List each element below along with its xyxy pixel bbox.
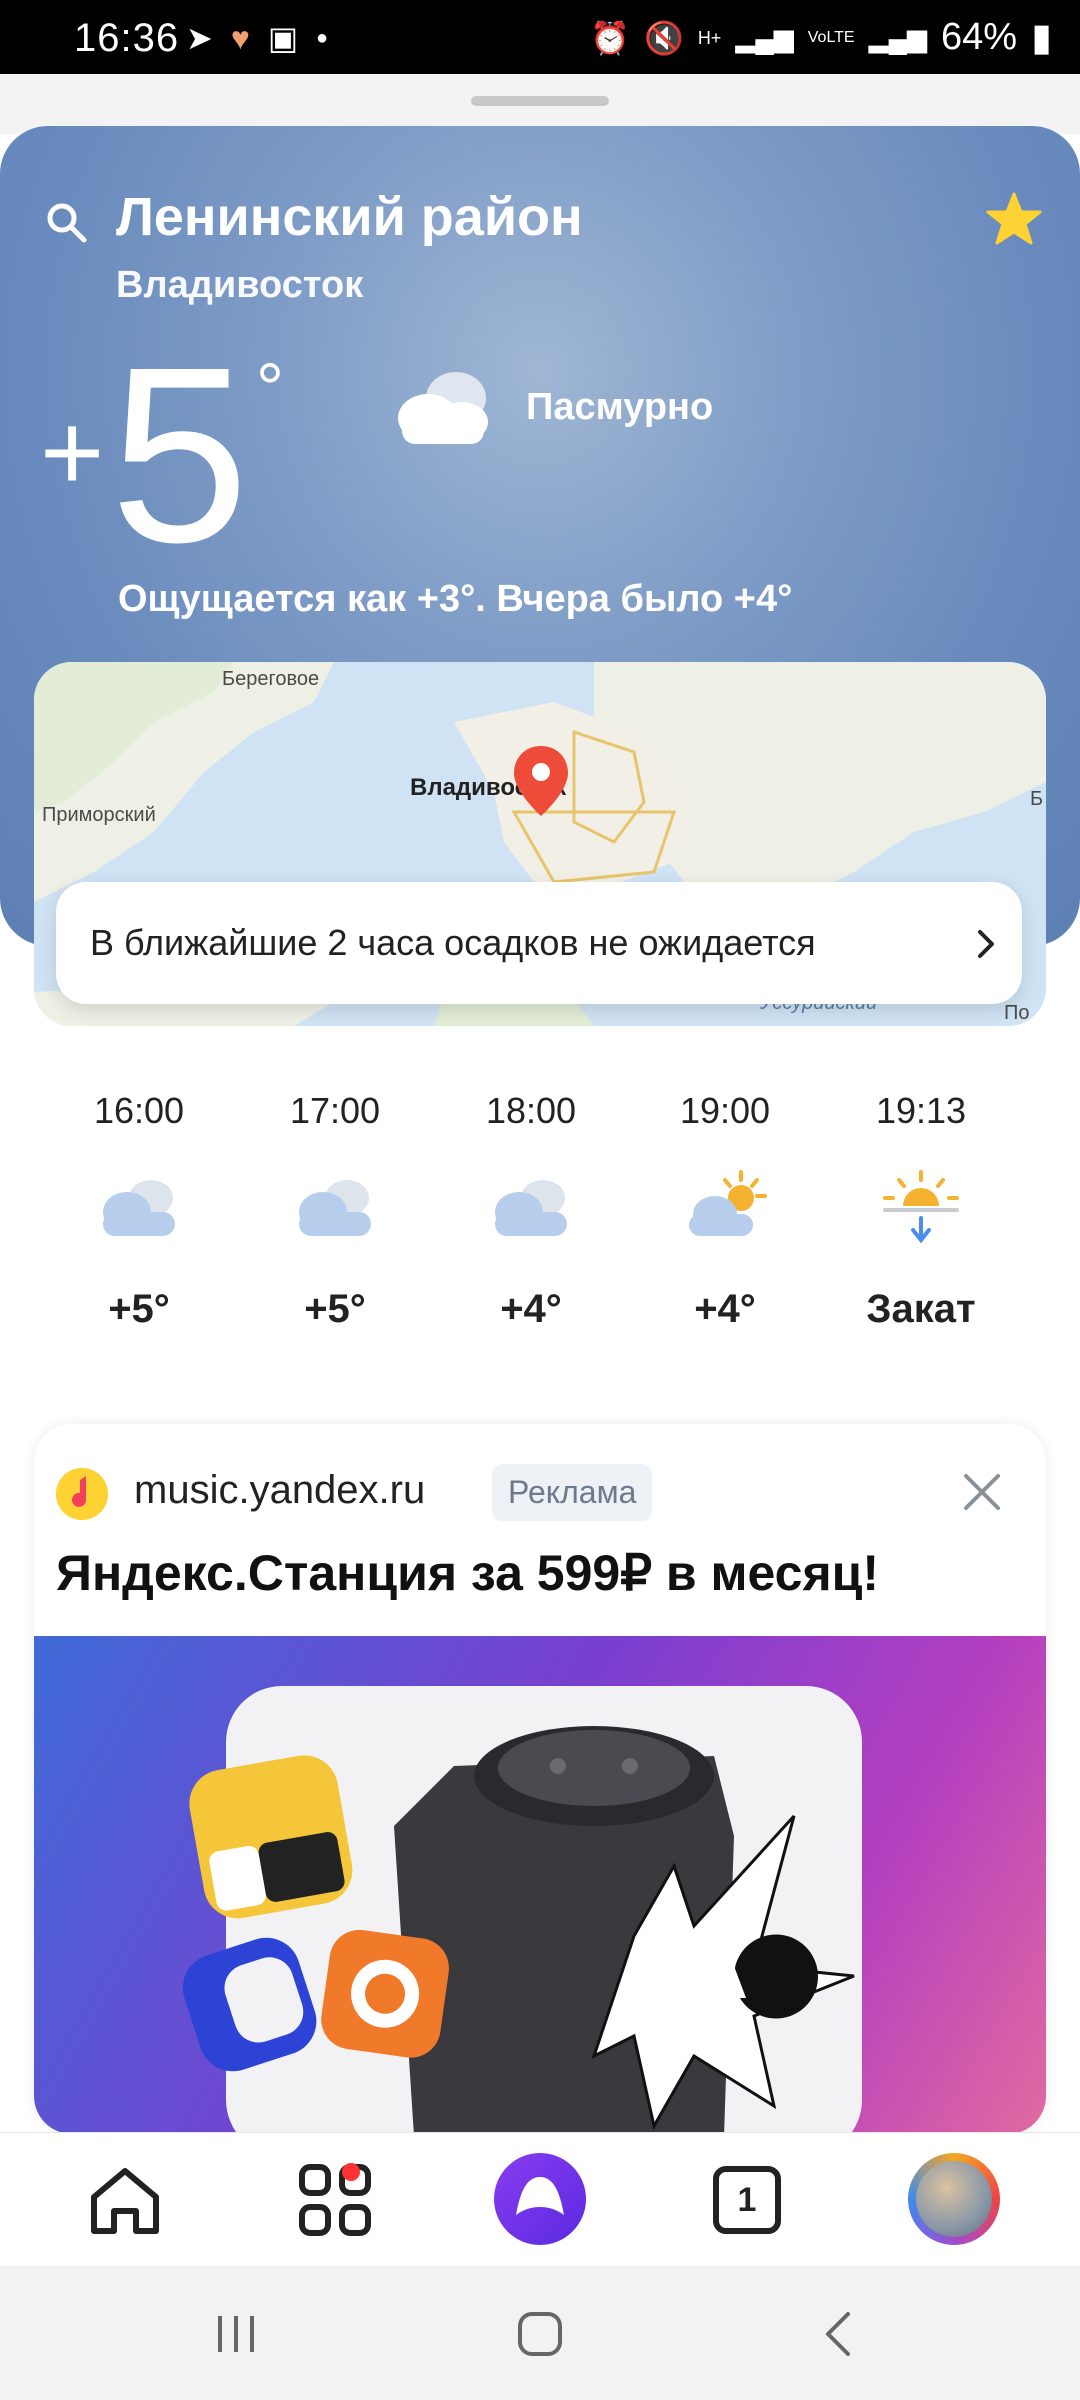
map-label: По: [1004, 1002, 1030, 1024]
mute-icon: 🔇: [643, 19, 684, 56]
volte-icon: VoLTE: [807, 28, 855, 46]
weather-condition: Пасмурно: [526, 386, 714, 428]
sunset-icon: [883, 1170, 959, 1244]
ad-badge: Реклама: [492, 1464, 653, 1521]
home-icon[interactable]: [80, 2155, 170, 2245]
hour-temp: +5°: [304, 1287, 366, 1331]
hourly-item[interactable]: 18:00 +4°: [436, 1090, 626, 1332]
location-pin-icon: [514, 746, 568, 816]
hourly-item[interactable]: 2: [1022, 1090, 1080, 1253]
cloud-icon: [103, 1180, 175, 1236]
alice-assistant-button[interactable]: [494, 2153, 586, 2245]
music-note-icon: [56, 1468, 108, 1520]
data-hplus-icon: H+: [697, 27, 722, 48]
temperature-value: 5: [110, 315, 250, 594]
precipitation-text: В ближайшие 2 часа осадков не ожидается: [90, 922, 816, 963]
grid-services-icon: [299, 2164, 371, 2236]
avatar-image: [916, 2161, 992, 2237]
hour-temp: +5°: [108, 1287, 170, 1331]
precipitation-banner[interactable]: В ближайшие 2 часа осадков не ожидается: [56, 882, 1022, 1004]
map-label: Б: [1030, 788, 1044, 810]
alarm-icon: ⏰: [590, 19, 630, 56]
battery-icon: ▮: [1031, 16, 1052, 59]
health-icon: ♥: [230, 20, 250, 56]
cloud-icon: [1067, 1168, 1080, 1248]
city-subtitle: Владивосток: [116, 264, 364, 306]
recent-apps-icon[interactable]: [206, 2304, 266, 2364]
hour-time: 18:00: [485, 1090, 577, 1131]
home-system-icon[interactable]: [510, 2304, 570, 2364]
bottom-navigation: 1: [0, 2132, 1080, 2267]
map-label: Приморский: [42, 804, 156, 826]
hour-temp: +4°: [694, 1287, 756, 1331]
hourly-item[interactable]: 16:00 +5°: [44, 1090, 234, 1332]
place-title[interactable]: Ленинский район: [116, 186, 583, 248]
notification-dot: [342, 2163, 360, 2181]
chevron-right-icon: [978, 930, 994, 958]
cloud-icon: [495, 1180, 567, 1236]
hour-time: 19:13: [875, 1090, 967, 1131]
hour-time: 2: [1022, 1090, 1080, 1132]
tabs-count: 1: [737, 2180, 757, 2219]
signal-icon: ▂▄▆: [868, 22, 928, 53]
status-bar: 16:36 ➤ ♥ ▣ ● ⏰ 🔇 H+ ▂▄▆ VoLTE ▂▄▆ 64% ▮: [0, 0, 1080, 74]
dot-icon: ●: [316, 27, 329, 49]
status-time: 16:36: [74, 16, 180, 60]
ad-domain[interactable]: music.yandex.ru: [134, 1468, 425, 1513]
temperature-degree: °: [256, 349, 284, 427]
alice-icon: [516, 2177, 564, 2215]
favorite-star-icon[interactable]: [984, 190, 1044, 250]
signal-icon: ▂▄▆: [735, 22, 794, 53]
ad-image[interactable]: [34, 1636, 1046, 2134]
close-icon[interactable]: [962, 1472, 1002, 1512]
smart-speaker-illustration: [182, 1686, 862, 2134]
system-navigation-bar: [0, 2266, 1080, 2400]
search-icon[interactable]: [44, 200, 88, 244]
overcast-cloud-icon: [398, 372, 488, 444]
profile-avatar[interactable]: [908, 2153, 1000, 2245]
ad-card[interactable]: music.yandex.ru Реклама Яндекс.Станция з…: [34, 1424, 1046, 2134]
hour-time: 16:00: [93, 1090, 185, 1131]
hour-time: 17:00: [289, 1090, 381, 1131]
hour-temp: Закат: [866, 1287, 976, 1331]
ad-title[interactable]: Яндекс.Станция за 599₽ в месяц!: [56, 1544, 879, 1602]
hourly-item[interactable]: 17:00 +5°: [240, 1090, 430, 1332]
yandex-music-logo-icon: [56, 1468, 108, 1520]
hourly-item[interactable]: 19:13 Закат: [826, 1090, 1016, 1332]
temperature-sign: +: [40, 391, 105, 514]
hourly-forecast[interactable]: 16:00 +5° 17:00 +5° 18:00 +4° 19:00 +4° …: [0, 1080, 1080, 1360]
hourly-item[interactable]: 19:00 +4°: [630, 1090, 820, 1332]
telegram-icon: ➤: [186, 20, 213, 56]
map-label: Береговое: [222, 668, 320, 690]
feels-like-text: Ощущается как +3°. Вчера было +4°: [118, 578, 793, 620]
hour-time: 19:00: [679, 1090, 771, 1131]
back-icon[interactable]: [810, 2304, 870, 2364]
gallery-icon: ▣: [267, 20, 299, 56]
partly-sunny-icon: [689, 1170, 767, 1236]
battery-percent: 64%: [941, 16, 1018, 58]
drag-handle[interactable]: [471, 96, 609, 106]
hour-temp: +4°: [500, 1287, 562, 1331]
tabs-button[interactable]: 1: [702, 2155, 792, 2245]
services-button[interactable]: [290, 2155, 380, 2245]
cloud-icon: [299, 1180, 371, 1236]
